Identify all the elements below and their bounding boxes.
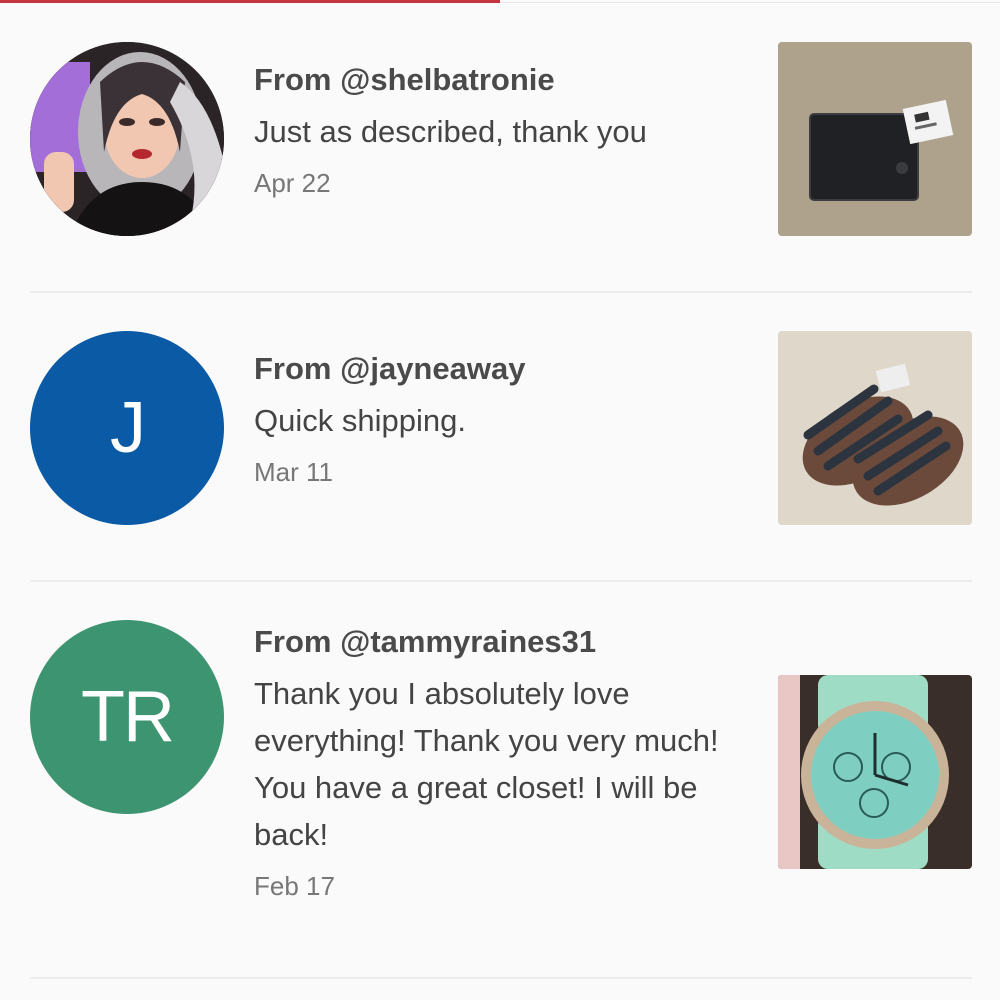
review-comment: Quick shipping. <box>254 403 466 438</box>
review-item[interactable]: TR From @tammyraines31 Thank you I absol… <box>30 620 972 920</box>
reviews-page: From @shelbatronie Just as described, th… <box>0 0 1000 1000</box>
review-text: From @shelbatronie Just as described, th… <box>254 60 754 201</box>
review-date: Feb 17 <box>254 871 335 901</box>
review-divider <box>30 580 972 582</box>
watch-photo-icon <box>778 675 972 869</box>
listing-thumbnail[interactable] <box>778 331 972 525</box>
review-date: Apr 22 <box>254 168 331 198</box>
review-divider <box>30 977 972 979</box>
avatar-illustration-icon <box>30 42 224 236</box>
wallet-photo-icon <box>778 42 972 236</box>
reviewer-handle[interactable]: From @jayneaway <box>254 349 754 389</box>
user-avatar[interactable]: TR <box>30 620 224 814</box>
reviewer-handle[interactable]: From @tammyraines31 <box>254 622 734 662</box>
sandals-photo-icon <box>778 331 972 525</box>
reviewer-handle[interactable]: From @shelbatronie <box>254 60 754 100</box>
avatar-initials: TR <box>81 677 175 757</box>
review-date: Mar 11 <box>254 457 333 487</box>
listing-thumbnail[interactable] <box>778 675 972 869</box>
review-text: From @jayneaway Quick shipping. Mar 11 <box>254 349 754 490</box>
listing-thumbnail[interactable] <box>778 42 972 236</box>
tab-bar-rule <box>500 2 1000 3</box>
active-tab-indicator <box>0 0 500 3</box>
avatar-initials: J <box>110 388 146 468</box>
review-comment: Thank you I absolutely love everything! … <box>254 676 719 852</box>
review-divider <box>30 291 972 293</box>
review-item[interactable]: From @shelbatronie Just as described, th… <box>30 42 972 238</box>
user-avatar[interactable] <box>30 42 224 236</box>
review-item[interactable]: J From @jayneaway Quick shipping. Mar 11 <box>30 331 972 527</box>
review-comment: Just as described, thank you <box>254 114 647 149</box>
review-text: From @tammyraines31 Thank you I absolute… <box>254 622 734 904</box>
user-avatar[interactable]: J <box>30 331 224 525</box>
